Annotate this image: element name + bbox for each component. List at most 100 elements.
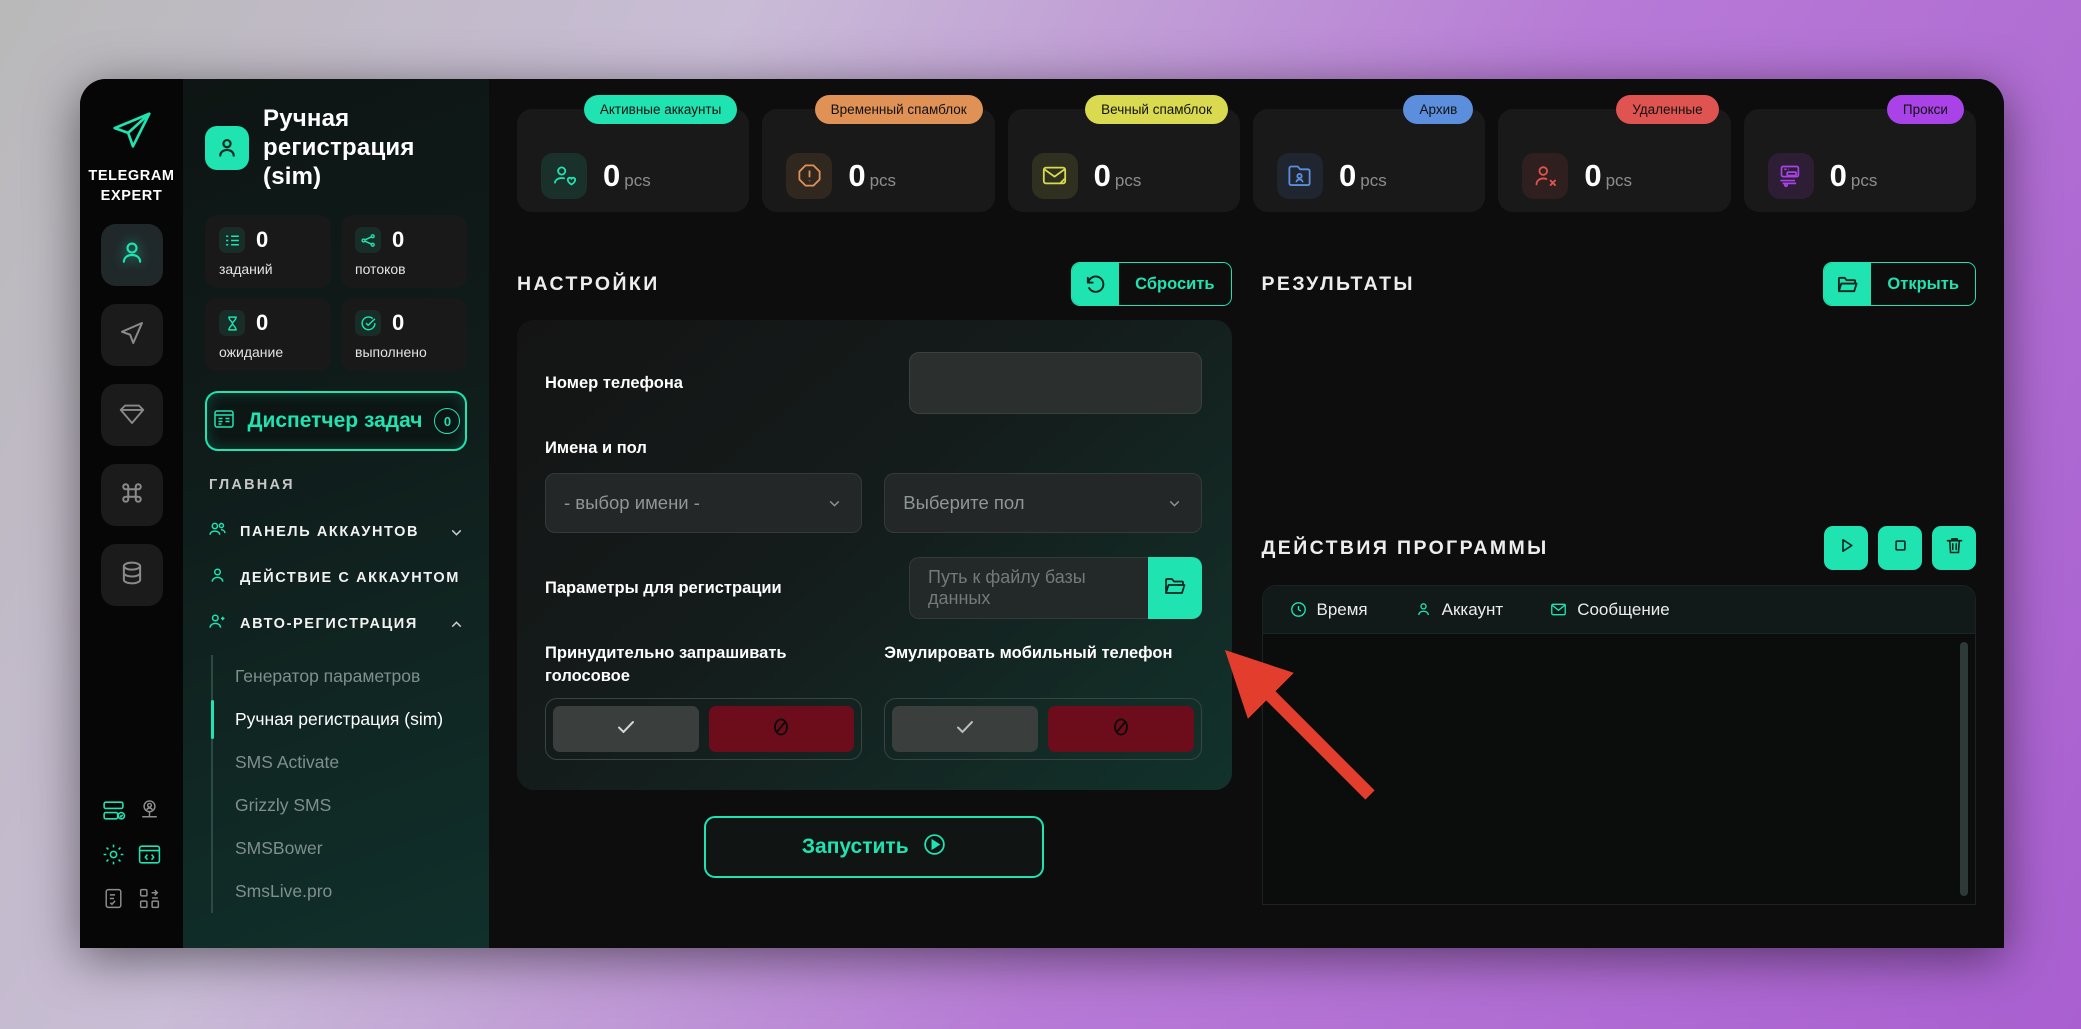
rail-item-database[interactable] [101, 544, 163, 606]
rail-item-diamond[interactable] [101, 384, 163, 446]
names-gender-block: Имена и пол - выбор имени - Выберите пол [545, 437, 1202, 533]
chevron-up-icon [448, 616, 465, 633]
stat-label: заданий [219, 261, 317, 277]
submenu-item-smsbower[interactable]: SMSBower [213, 827, 467, 870]
page-title: Ручная регистрация (sim) [263, 105, 467, 191]
results-title: РЕЗУЛЬТАТЫ [1262, 273, 1824, 296]
mail-block-icon [1032, 153, 1078, 199]
account-card-temp-spamblock[interactable]: Временный спамблок 0pcs [762, 109, 994, 212]
brand-line-2: EXPERT [88, 187, 174, 207]
rail-bottom-tools [80, 796, 183, 912]
account-card-value: 0 [848, 158, 865, 193]
archive-user-icon [1277, 153, 1323, 199]
server-check-icon[interactable] [99, 796, 127, 824]
log-column-account: Аккаунт [1414, 600, 1504, 620]
check-circle-icon [355, 310, 381, 336]
database-path-input[interactable]: Путь к файлу базы данных [909, 557, 1148, 619]
delete-button[interactable] [1932, 526, 1976, 570]
user-plus-icon [207, 611, 228, 637]
force-voice-no-button[interactable] [709, 706, 855, 752]
phone-label: Номер телефона [545, 372, 885, 394]
account-card-active[interactable]: Активные аккаунты 0pcs [517, 109, 749, 212]
account-cards-row: Активные аккаунты 0pcs Временный спамбло… [517, 109, 1976, 212]
user-icon [205, 126, 249, 170]
log-column-time: Время [1289, 600, 1368, 620]
command-icon [117, 478, 147, 513]
nav-group-label: ДЕЙСТВИЕ С АККАУНТОМ [240, 570, 460, 586]
phone-input[interactable] [909, 352, 1202, 414]
auto-registration-submenu: Генератор параметров Ручная регистрация … [211, 655, 467, 913]
database-path-browse-button[interactable] [1148, 557, 1202, 619]
reset-button-label: Сбросить [1119, 263, 1230, 305]
reset-button[interactable]: Сбросить [1071, 262, 1231, 306]
submenu-item-manual-registration[interactable]: Ручная регистрация (sim) [213, 698, 467, 741]
clock-icon [1289, 600, 1308, 619]
app-window: TELEGRAM EXPERT [80, 79, 2004, 948]
stop-icon [1890, 535, 1911, 561]
chevron-down-icon [826, 495, 843, 512]
nav-group-account-action[interactable]: ДЕЙСТВИЕ С АККАУНТОМ [205, 555, 467, 601]
panels-row: НАСТРОЙКИ Сбросить Номер телефона [517, 262, 1976, 905]
submenu-item-sms-activate[interactable]: SMS Activate [213, 741, 467, 784]
stop-button[interactable] [1878, 526, 1922, 570]
rail-item-command[interactable] [101, 464, 163, 526]
force-voice-yes-button[interactable] [553, 706, 699, 752]
rail-item-send[interactable] [101, 304, 163, 366]
nav-group-auto-registration[interactable]: АВТО-РЕГИСТРАЦИЯ [205, 601, 467, 647]
task-manager-icon [212, 407, 236, 436]
brand-line-1: TELEGRAM [88, 167, 174, 187]
emulate-phone-no-button[interactable] [1048, 706, 1194, 752]
user-icon [1414, 600, 1433, 619]
account-card-pill: Архив [1403, 95, 1473, 124]
registration-params-label: Параметры для регистрации [545, 577, 885, 599]
stat-card-waiting: 0 ожидание [205, 298, 331, 371]
telegram-send-logo-icon [104, 105, 160, 157]
icon-rail: TELEGRAM EXPERT [80, 79, 183, 948]
check-icon [953, 715, 977, 744]
account-card-deleted[interactable]: Удаленные 0pcs [1498, 109, 1730, 212]
account-card-proxy[interactable]: Прокси 0pcs [1744, 109, 1976, 212]
results-panel-header: РЕЗУЛЬТАТЫ Открыть [1262, 262, 1977, 306]
emulate-phone-yes-button[interactable] [892, 706, 1038, 752]
stat-card-done: 0 выполнено [341, 298, 467, 371]
launch-button-label: Запустить [802, 835, 909, 859]
user-network-icon[interactable] [136, 796, 164, 824]
gender-select[interactable]: Выберите пол [884, 473, 1201, 533]
rail-item-user[interactable] [101, 224, 163, 286]
settings-panel-header: НАСТРОЙКИ Сбросить [517, 262, 1232, 306]
sidebar-stats: 0 заданий 0 потоков 0 [205, 215, 467, 371]
phone-field-row: Номер телефона [545, 352, 1202, 414]
name-select-value: - выбор имени - [564, 492, 826, 514]
account-card-archive[interactable]: Архив 0pcs [1253, 109, 1485, 212]
chevron-down-icon [1166, 495, 1183, 512]
stat-value: 0 [256, 312, 268, 334]
account-card-unit: pcs [1360, 171, 1386, 190]
submenu-item-grizzly-sms[interactable]: Grizzly SMS [213, 784, 467, 827]
clipboard-check-icon[interactable] [99, 884, 127, 912]
account-card-value: 0 [603, 158, 620, 193]
settings-title: НАСТРОЙКИ [517, 273, 1071, 296]
transfer-icon[interactable] [136, 884, 164, 912]
nav-section-title: ГЛАВНАЯ [209, 477, 467, 493]
gear-icon[interactable] [99, 840, 127, 868]
account-card-permanent-spamblock[interactable]: Вечный спамблок 0pcs [1008, 109, 1240, 212]
open-results-button[interactable]: Открыть [1823, 262, 1976, 306]
name-select[interactable]: - выбор имени - [545, 473, 862, 533]
launch-button[interactable]: Запустить [704, 816, 1044, 878]
chevron-down-icon [448, 524, 465, 541]
emulate-phone-toggle [884, 698, 1201, 760]
submenu-item-smslive-pro[interactable]: SmsLive.pro [213, 870, 467, 913]
submenu-item-param-generator[interactable]: Генератор параметров [213, 655, 467, 698]
stat-label: ожидание [219, 344, 317, 360]
emulate-phone-label: Эмулировать мобильный телефон [884, 642, 1201, 688]
task-dispatcher-button[interactable]: Диспетчер задач 0 [205, 391, 467, 451]
open-results-label: Открыть [1871, 263, 1975, 305]
code-window-icon[interactable] [136, 840, 164, 868]
log-scrollbar[interactable] [1960, 642, 1968, 896]
stat-value: 0 [392, 312, 404, 334]
account-card-value: 0 [1584, 158, 1601, 193]
nav-group-accounts-panel[interactable]: ПАНЕЛЬ АККАУНТОВ [205, 509, 467, 555]
account-card-unit: pcs [1851, 171, 1877, 190]
play-button[interactable] [1824, 526, 1868, 570]
folder-icon [1824, 263, 1871, 305]
